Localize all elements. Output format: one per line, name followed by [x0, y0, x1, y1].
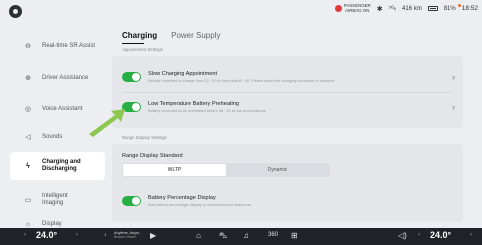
sidebar-item-label: Real-time SR Assist [42, 42, 96, 49]
status-bar: PASSENGER AIRBAG ON ✱ ⁵ᴳᵢₗ 416 km 81% 18… [0, 0, 482, 24]
range-display-card: Range Display Standard WLTP Dynamic Batt… [112, 144, 463, 222]
sidebar-item-label: Charging and Discharging [42, 159, 81, 172]
temp-increase-right[interactable]: › [470, 232, 472, 238]
sidebar-item-label: Display [42, 220, 62, 227]
chevron-right-icon[interactable]: › [452, 102, 455, 112]
tab-bar: Charging Power Supply [122, 31, 220, 44]
battery-percent: 81% [443, 5, 456, 12]
range-standard-selector[interactable]: WLTP Dynamic [122, 163, 330, 177]
volume-icon[interactable]: ◁) [398, 231, 407, 240]
airbag-icon [334, 5, 342, 13]
sidebar-item-charging[interactable]: ϟ Charging and Discharging [10, 152, 105, 180]
pointer-arrow-icon [89, 109, 125, 137]
range-readout: 416 km [402, 5, 422, 12]
brand-logo-icon [9, 5, 22, 18]
appointment-settings-card: Slow Charging Appointment Vehicle expect… [112, 56, 463, 128]
airbag-line2: AIRBAG ON [345, 7, 370, 13]
range-standard-title: Range Display Standard [122, 153, 183, 159]
mic-icon: ◎ [24, 105, 32, 113]
appointment-settings-label: Appointment Settings [122, 47, 163, 52]
low-temp-desc: Battery expected to be preheated before … [148, 108, 266, 113]
option-wltp[interactable]: WLTP [123, 164, 226, 176]
speaker-icon: ◁ [25, 133, 31, 141]
sidebar-item-driver-assistance[interactable]: ⊕ Driver Assistance [10, 66, 105, 90]
tab-charging[interactable]: Charging [122, 31, 157, 44]
camera-icon: ▭ [24, 196, 32, 204]
now-playing[interactable]: Anytime, Anyw.. Bowen Hsieh [114, 231, 141, 239]
left-temperature[interactable]: 24.0° [36, 230, 57, 240]
option-dynamic[interactable]: Dynamic [226, 164, 329, 176]
plug-icon: ϟ [26, 162, 30, 170]
home-icon[interactable]: ⌂ [196, 231, 201, 240]
sidebar-item-intelligent-imaging[interactable]: ▭ Intelligent Imaging [10, 188, 105, 212]
music-icon[interactable]: ♫ [243, 231, 249, 240]
chevron-right-icon[interactable]: › [452, 72, 455, 82]
car-icon[interactable]: ⛍ [219, 231, 227, 241]
assist-icon: ⊕ [25, 74, 31, 82]
bottom-dock: ‹ 24.0° › ♪ Anytime, Anyw.. Bowen Hsieh … [0, 228, 482, 245]
clock-text: 18:52 [461, 5, 478, 13]
low-temp-row[interactable]: Low Temperature Battery Preheating Batte… [122, 96, 453, 118]
sidebar-item-sr-assist[interactable]: ⊖ Real-time SR Assist [10, 34, 105, 58]
right-temperature[interactable]: 24.0° [430, 230, 451, 240]
battery-percentage-desc: Add battery percentage display to dashbo… [148, 202, 252, 207]
divider [122, 92, 453, 93]
clock: 18:52 [457, 4, 478, 13]
slow-charging-desc: Vehicle expected to charge from 22 : 00 … [148, 78, 335, 83]
slow-charging-row[interactable]: Slow Charging Appointment Vehicle expect… [122, 66, 453, 88]
camera-360-button[interactable]: 360 [268, 232, 278, 238]
battery-percentage-title: Battery Percentage Display [148, 195, 216, 201]
low-temp-title: Low Temperature Battery Preheating [148, 101, 240, 107]
battery-icon [427, 6, 438, 12]
music-note-icon: ♪ [104, 232, 107, 238]
sidebar-item-label: Intelligent Imaging [42, 193, 68, 206]
airbag-indicator: PASSENGER AIRBAG ON [334, 3, 371, 13]
slow-charging-toggle[interactable] [122, 72, 141, 82]
sidebar-item-label: Sounds [42, 133, 63, 140]
slow-charging-title: Slow Charging Appointment [148, 71, 218, 77]
charging-settings-panel: Charging Power Supply Appointment Settin… [112, 24, 470, 228]
steering-icon: ⊖ [25, 42, 31, 50]
media-artist: Bowen Hsieh [114, 235, 137, 240]
sidebar-item-label: Driver Assistance [42, 74, 89, 81]
temp-increase-left[interactable]: › [76, 232, 78, 238]
temp-decrease-right[interactable]: ‹ [418, 232, 420, 238]
tab-power-supply[interactable]: Power Supply [171, 31, 220, 40]
apps-icon[interactable]: ⊞ [291, 231, 298, 240]
signal-indicator: ⁵ᴳᵢₗ [388, 6, 397, 13]
play-icon[interactable]: ▶ [150, 231, 156, 240]
status-indicators: PASSENGER AIRBAG ON ✱ ⁵ᴳᵢₗ 416 km 81% 18… [334, 3, 478, 13]
temp-decrease-left[interactable]: ‹ [24, 232, 26, 238]
battery-percentage-row[interactable]: Battery Percentage Display Add battery p… [122, 190, 453, 212]
battery-percentage-toggle[interactable] [122, 196, 141, 206]
bluetooth-icon: ✱ [376, 5, 383, 13]
notification-dot [457, 4, 461, 8]
sun-icon: ☼ [24, 220, 32, 228]
